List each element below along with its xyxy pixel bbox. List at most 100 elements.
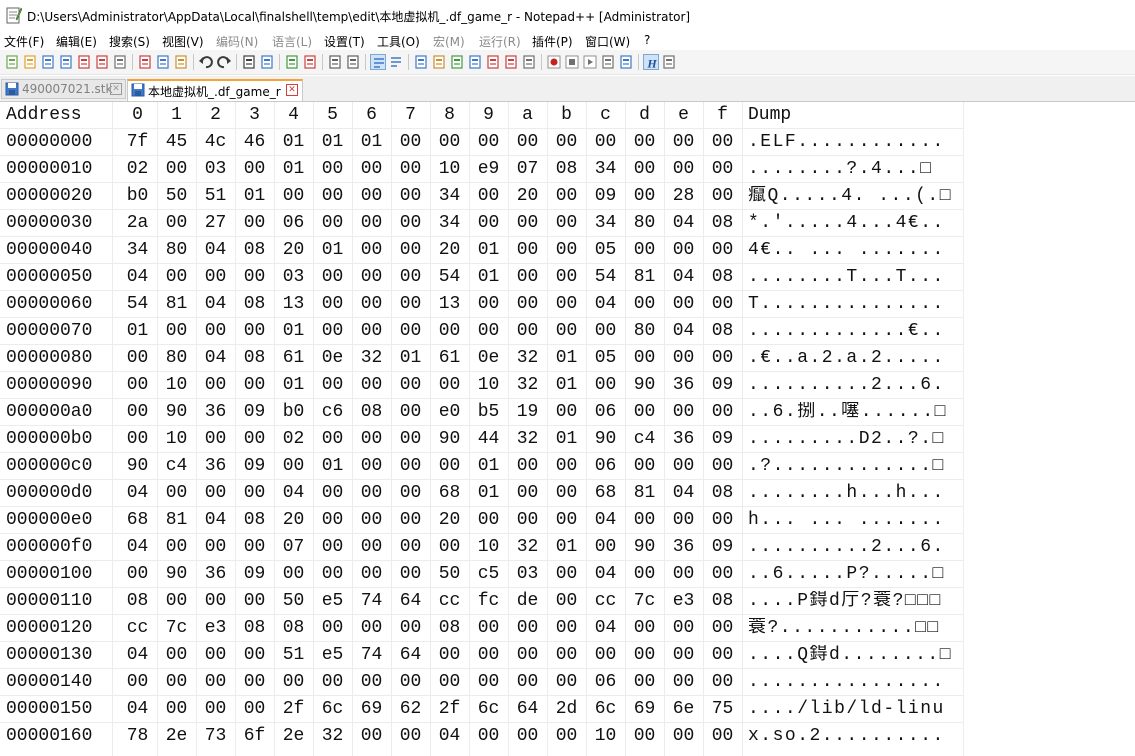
byte-cell[interactable]: 06 [274,213,313,233]
byte-cell[interactable]: 4c [196,132,235,152]
address-cell[interactable]: 000000e0 [6,510,92,530]
byte-cell[interactable]: 00 [625,510,664,530]
dump-cell[interactable]: .?.............□ [748,456,961,476]
byte-cell[interactable]: 00 [391,456,430,476]
byte-cell[interactable]: 00 [625,564,664,584]
byte-cell[interactable]: 00 [586,645,625,665]
byte-cell[interactable]: 90 [625,537,664,557]
byte-cell[interactable]: 00 [703,564,742,584]
byte-cell[interactable]: 01 [547,537,586,557]
dump-cell[interactable]: ..........2...6. [748,375,961,395]
byte-cell[interactable]: 00 [157,159,196,179]
byte-cell[interactable]: 00 [469,726,508,746]
byte-cell[interactable]: 00 [391,321,430,341]
dump-cell[interactable]: ........?.4...□ [748,159,961,179]
dump-cell[interactable]: ..../lib/ld-linu [748,699,961,719]
column-header-0[interactable]: 0 [118,105,157,125]
byte-cell[interactable]: 00 [664,618,703,638]
byte-cell[interactable]: 01 [469,483,508,503]
replace-icon[interactable] [259,54,275,70]
byte-cell[interactable]: 00 [586,537,625,557]
byte-cell[interactable]: 00 [274,186,313,206]
byte-cell[interactable]: 00 [469,321,508,341]
byte-cell[interactable]: 00 [313,294,352,314]
dump-cell[interactable]: 蓑?...........□□ [748,618,961,638]
column-header-7[interactable]: 7 [391,105,430,125]
byte-cell[interactable]: 10 [469,537,508,557]
byte-cell[interactable]: 07 [274,537,313,557]
byte-cell[interactable]: 00 [469,186,508,206]
byte-cell[interactable]: 00 [352,618,391,638]
address-cell[interactable]: 000000c0 [6,456,92,476]
byte-cell[interactable]: 90 [157,564,196,584]
dump-header[interactable]: Dump [748,105,791,125]
byte-cell[interactable]: 00 [430,537,469,557]
byte-cell[interactable]: 13 [430,294,469,314]
byte-cell[interactable]: 00 [547,213,586,233]
byte-cell[interactable]: 00 [196,429,235,449]
byte-cell[interactable]: 00 [352,159,391,179]
byte-cell[interactable]: 00 [703,456,742,476]
byte-cell[interactable]: 10 [430,159,469,179]
zoom-in-icon[interactable] [284,54,300,70]
byte-cell[interactable]: 00 [469,132,508,152]
byte-cell[interactable]: 05 [586,240,625,260]
byte-cell[interactable]: 75 [703,699,742,719]
byte-cell[interactable]: 00 [508,294,547,314]
byte-cell[interactable]: 04 [118,267,157,287]
byte-cell[interactable]: 00 [391,618,430,638]
byte-cell[interactable]: 00 [391,510,430,530]
address-cell[interactable]: 00000100 [6,564,92,584]
address-cell[interactable]: 00000160 [6,726,92,746]
dump-cell[interactable]: .........D2..?.□ [748,429,961,449]
byte-cell[interactable]: 00 [235,159,274,179]
byte-cell[interactable]: 00 [508,726,547,746]
stop-record-icon[interactable] [564,54,580,70]
byte-cell[interactable]: 7f [118,132,157,152]
column-header-3[interactable]: 3 [235,105,274,125]
byte-cell[interactable]: 00 [196,537,235,557]
byte-cell[interactable]: 00 [274,672,313,692]
byte-cell[interactable]: 00 [547,510,586,530]
copy-icon[interactable] [155,54,171,70]
byte-cell[interactable]: 20 [274,240,313,260]
byte-cell[interactable]: 08 [703,267,742,287]
byte-cell[interactable]: 90 [430,429,469,449]
byte-cell[interactable]: 01 [547,429,586,449]
address-cell[interactable]: 00000120 [6,618,92,638]
byte-cell[interactable]: 09 [703,537,742,557]
byte-cell[interactable]: 00 [352,321,391,341]
byte-cell[interactable]: 32 [508,429,547,449]
byte-cell[interactable]: 00 [664,348,703,368]
byte-cell[interactable]: 27 [196,213,235,233]
byte-cell[interactable]: 64 [391,645,430,665]
byte-cell[interactable]: 06 [586,672,625,692]
byte-cell[interactable]: 61 [274,348,313,368]
byte-cell[interactable]: 36 [196,564,235,584]
byte-cell[interactable]: 00 [391,267,430,287]
byte-cell[interactable]: 00 [508,510,547,530]
byte-cell[interactable]: 00 [352,186,391,206]
byte-cell[interactable]: 05 [586,348,625,368]
byte-cell[interactable]: 80 [157,240,196,260]
byte-cell[interactable]: 50 [157,186,196,206]
byte-cell[interactable]: cc [430,591,469,611]
byte-cell[interactable]: 68 [118,510,157,530]
menu-item-4[interactable]: 编码(N) [216,33,258,50]
close-tab-icon[interactable]: ✕ [110,83,122,95]
byte-cell[interactable]: 00 [547,186,586,206]
byte-cell[interactable]: 90 [625,375,664,395]
byte-cell[interactable]: 2a [118,213,157,233]
menu-item-5[interactable]: 语言(L) [272,33,312,50]
byte-cell[interactable]: 08 [235,510,274,530]
byte-cell[interactable]: 10 [469,375,508,395]
byte-cell[interactable]: 00 [196,375,235,395]
menu-item-2[interactable]: 搜索(S) [109,33,150,50]
byte-cell[interactable]: 00 [703,726,742,746]
menu-item-11[interactable]: 窗口(W) [585,33,630,50]
byte-cell[interactable]: 6c [586,699,625,719]
byte-cell[interactable]: 00 [274,564,313,584]
byte-cell[interactable]: 03 [508,564,547,584]
byte-cell[interactable]: 00 [274,456,313,476]
address-cell[interactable]: 000000f0 [6,537,92,557]
